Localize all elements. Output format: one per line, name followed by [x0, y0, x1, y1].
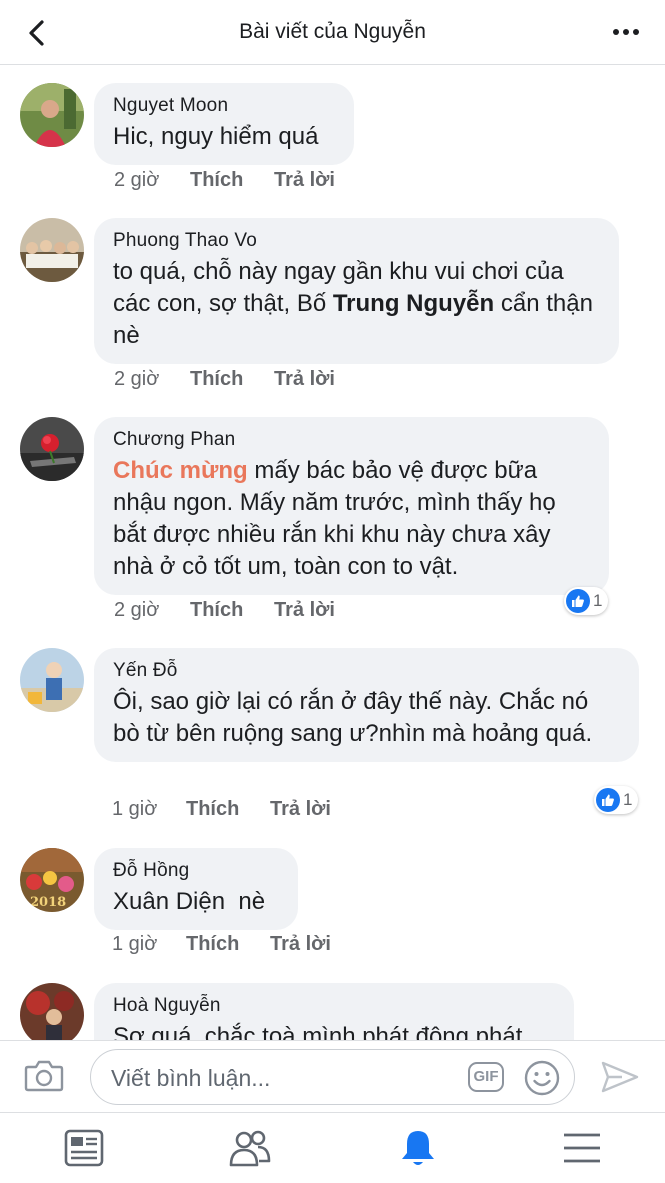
page-title: Bài viết của Nguyễn	[239, 20, 426, 43]
reply-button[interactable]: Trả lời	[274, 599, 335, 622]
header-bar: Bài viết của Nguyễn	[0, 0, 665, 65]
comment-time: 1 giờ	[112, 933, 158, 955]
comment-author[interactable]: Đỗ Hồng	[113, 860, 279, 882]
more-options-icon[interactable]	[609, 20, 643, 44]
comment-author[interactable]: Chương Phan	[113, 429, 590, 451]
comment-composer: Viết bình luận... GIF	[0, 1040, 665, 1113]
comment-author[interactable]: Nguyet Moon	[113, 95, 335, 117]
avatar[interactable]: 2018	[20, 848, 84, 912]
like-reaction-icon	[566, 589, 590, 613]
friends-icon[interactable]	[228, 1127, 272, 1169]
mention-link[interactable]: Chúc mừng	[113, 457, 248, 484]
svg-text:2018: 2018	[30, 895, 66, 910]
avatar[interactable]	[20, 83, 84, 147]
comment-time: 2 giờ	[114, 599, 160, 621]
menu-icon[interactable]	[560, 1127, 604, 1169]
news-feed-icon[interactable]	[62, 1127, 106, 1169]
reply-button[interactable]: Trả lời	[274, 169, 335, 192]
avatar[interactable]	[20, 983, 84, 1040]
comment-author[interactable]: Phuong Thao Vo	[113, 230, 600, 252]
comment-text: Sợ quá, chắc toà mình phát động phát	[113, 1023, 523, 1040]
comment-input[interactable]: Viết bình luận... GIF	[90, 1049, 575, 1105]
like-button[interactable]: Thích	[190, 169, 243, 192]
like-reaction-icon	[596, 788, 620, 812]
comment-bubble: Nguyet Moon Hic, nguy hiểm quá	[94, 83, 354, 165]
reaction-number: 1	[593, 591, 603, 610]
mention-link[interactable]: Trung Nguyễn	[333, 290, 494, 317]
comment-text: Ôi, sao giờ lại có rắn ở đây thế này. Ch…	[113, 688, 593, 747]
bottom-tab-bar	[0, 1112, 665, 1183]
camera-icon[interactable]	[24, 1057, 64, 1093]
comment-time: 2 giờ	[114, 368, 160, 390]
comment-time: 2 giờ	[114, 169, 160, 191]
comment-text: Hic, nguy hiểm quá	[113, 123, 319, 150]
avatar[interactable]	[20, 417, 84, 481]
comment-bubble: Phuong Thao Vo to quá, chỗ này ngay gần …	[94, 218, 619, 364]
reaction-number: 1	[623, 790, 633, 809]
comment-bubble: Yến Đỗ Ôi, sao giờ lại có rắn ở đây thế …	[94, 648, 639, 762]
comment-text: Chúc mừng mấy bác bảo vệ được bữa nhậu n…	[113, 455, 590, 583]
gif-button[interactable]: GIF	[468, 1062, 504, 1092]
comment-text: to quá, chỗ này ngay gần khu vui chơi củ…	[113, 256, 600, 352]
notifications-icon[interactable]	[396, 1127, 440, 1169]
reply-button[interactable]: Trả lời	[270, 933, 331, 956]
like-button[interactable]: Thích	[186, 933, 239, 956]
comment-bubble: Hoà Nguyễn Sợ quá, chắc toà mình phát độ…	[94, 983, 574, 1040]
like-button[interactable]: Thích	[190, 599, 243, 622]
comment-input-placeholder: Viết bình luận...	[111, 1065, 271, 1091]
reply-button[interactable]: Trả lời	[274, 368, 335, 391]
comment-text: Xuân Diện nè	[113, 888, 266, 915]
like-button[interactable]: Thích	[186, 798, 239, 821]
send-icon[interactable]	[600, 1059, 640, 1095]
reaction-count[interactable]: 1	[564, 587, 609, 615]
like-button[interactable]: Thích	[190, 368, 243, 391]
comments-list: Nguyet Moon Hic, nguy hiểm quá 2 giờ Thí…	[0, 65, 665, 1040]
comment-author[interactable]: Yến Đỗ	[113, 660, 620, 682]
emoji-icon[interactable]	[523, 1059, 561, 1097]
reaction-count[interactable]: 1	[594, 786, 639, 814]
comment-bubble: Chương Phan Chúc mừng mấy bác bảo vệ đượ…	[94, 417, 609, 595]
avatar[interactable]	[20, 218, 84, 282]
avatar[interactable]	[20, 648, 84, 712]
comment-time: 1 giờ	[112, 798, 158, 820]
comment-bubble: Đỗ Hồng Xuân Diện nè	[94, 848, 298, 930]
reply-button[interactable]: Trả lời	[270, 798, 331, 821]
comment-author[interactable]: Hoà Nguyễn	[113, 995, 555, 1017]
